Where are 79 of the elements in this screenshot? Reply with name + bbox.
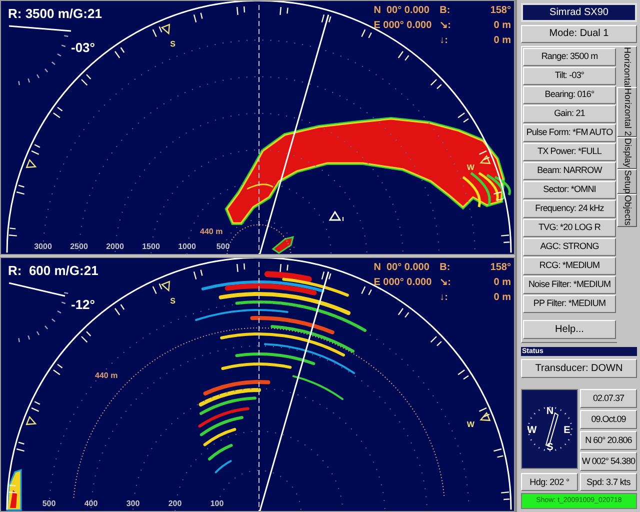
readout-value: 158° (489, 261, 511, 275)
readout-label: B: (440, 4, 451, 18)
time-readout: 02.07.37 (580, 389, 637, 408)
control-button[interactable]: Bearing: 016° (523, 86, 616, 104)
bearing-mark-label: S (170, 296, 176, 306)
readout-label: ↘: (440, 276, 451, 290)
tilt-indicator-drawing (8, 25, 72, 86)
range-scale-label: 3000 (33, 241, 53, 253)
compass-label: E (564, 425, 570, 436)
transducer-button[interactable]: Transducer: DOWN (521, 359, 637, 378)
bearing-mark-label: S (170, 40, 176, 49)
control-button[interactable]: Noise Filter: *MEDIUM (523, 276, 616, 294)
app-title: Simrad SX90 (521, 3, 637, 22)
triangle-marker-icon (480, 412, 491, 422)
tab[interactable]: Display (617, 137, 637, 169)
tab[interactable]: Horizontal (617, 46, 637, 88)
readout-value: 0 m (492, 19, 511, 33)
control-button[interactable]: TX Power: *FULL (523, 142, 616, 161)
range-scale-label: 1000 (177, 241, 197, 253)
control-button[interactable]: PP Filter: *MEDIUM (523, 294, 616, 313)
triangle-marker-icon (26, 416, 37, 426)
tab[interactable]: Setup (617, 168, 637, 194)
range-scale-label: 100 (209, 498, 225, 510)
range-scale-label: 400 (83, 498, 99, 510)
latitude-readout: N 60° 20.806 (580, 431, 637, 450)
control-button[interactable]: Frequency: 24 kHz (523, 200, 616, 218)
range-scale-label: 500 (215, 241, 231, 253)
triangle-marker-icon (160, 24, 170, 35)
range-scale-label: 200 (167, 498, 183, 510)
compass-label: W (527, 425, 537, 436)
range-ring-label: 440 m (200, 226, 223, 238)
control-button[interactable]: Pulse Form: *FM AUTO (523, 124, 616, 142)
tilt-label: -03° (71, 39, 95, 57)
triangle-target-icon (328, 210, 344, 222)
range-scale-label: 2000 (105, 241, 125, 253)
date-readout: 09.Oct.09 (580, 410, 637, 430)
tab[interactable]: Objects (617, 194, 637, 227)
control-button[interactable]: Beam: NARROW (523, 162, 616, 180)
control-button[interactable]: RCG: *MEDIUM (523, 256, 616, 275)
range-gain-label: R: 600 m/G:21 (8, 262, 98, 280)
range-scale-label: 2500 (69, 241, 89, 253)
range-scale-label: 300 (125, 498, 141, 510)
control-button[interactable]: Range: 3500 m (523, 48, 616, 66)
compass-ticks-drawing (527, 406, 573, 452)
help-button[interactable]: Help... (523, 320, 616, 340)
position-readout: N 00° 0.000 (374, 261, 430, 275)
range-ring-label: 440 m (95, 370, 118, 382)
readout-value: 158° (489, 4, 511, 18)
control-button[interactable]: Tilt: -03° (523, 66, 616, 85)
readout-value: 0 m (492, 276, 511, 290)
longitude-readout: W 002° 54.380 (580, 452, 637, 472)
bearing-mark-label: W (466, 420, 474, 430)
range-gain-label: R: 3500 m/G:21 (8, 5, 102, 23)
compass-label: N (546, 406, 554, 418)
range-scale-label: 500 (41, 498, 57, 510)
tilt-indicator-drawing (8, 282, 69, 343)
mode-button[interactable]: Mode: Dual 1 (521, 25, 637, 43)
bearing-mark-label: W (466, 163, 474, 172)
readout-value: 0 m (492, 291, 511, 305)
tab[interactable]: Horizontal 2 (617, 87, 637, 138)
range-scale-label: 1500 (141, 241, 161, 253)
triangle-marker-icon (26, 158, 37, 168)
control-button[interactable]: AGC: STRONG (523, 238, 616, 256)
readout-label: ↓: (440, 34, 449, 48)
triangle-marker-icon (480, 154, 491, 164)
readout-value: 0 m (492, 34, 511, 48)
readout-label: ↓: (440, 291, 449, 305)
speed-readout: Spd: 3.7 kts (580, 473, 637, 492)
control-button[interactable]: TVG: *20 LOG R (523, 218, 616, 237)
position-readout: E 000° 0.000 (374, 276, 432, 290)
control-button[interactable]: Gain: 21 (523, 104, 616, 123)
position-readout: N 00° 0.000 (374, 4, 430, 18)
tilt-label: -12° (71, 296, 95, 314)
triangle-marker-icon (160, 280, 170, 292)
control-button[interactable]: Sector: *OMNI (523, 180, 616, 199)
readout-label: ↘: (440, 19, 451, 33)
readout-label: B: (440, 261, 451, 275)
heading-readout: Hdg: 202 ° (521, 473, 578, 492)
position-readout: E 000° 0.000 (374, 19, 432, 33)
